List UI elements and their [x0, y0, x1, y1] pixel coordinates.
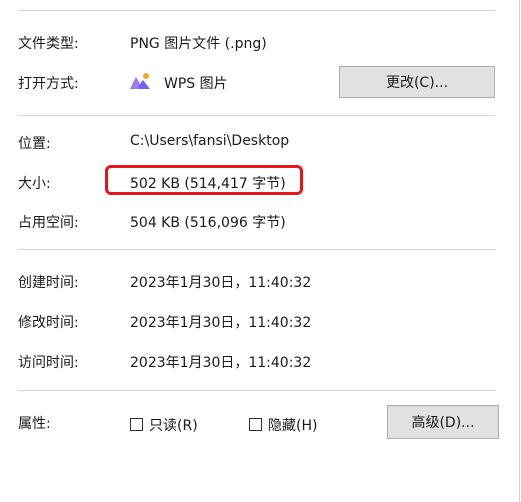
top-divider	[18, 10, 495, 11]
location-value[interactable]: C:\Users\fansi\Desktop	[130, 133, 289, 149]
change-button[interactable]: 更改(C)...	[339, 66, 495, 98]
change-button-label: 更改(C)...	[385, 75, 449, 91]
created-value: 2023年1月30日，11:40:32	[130, 275, 312, 291]
divider-3	[18, 390, 495, 391]
modified-label: 修改时间:	[18, 315, 79, 331]
accessed-label: 访问时间:	[18, 355, 79, 371]
modified-value: 2023年1月30日，11:40:32	[130, 315, 312, 331]
open-with-label: 打开方式:	[18, 76, 79, 92]
window-right-edge	[519, 0, 520, 502]
attributes-label: 属性:	[18, 416, 51, 432]
size-on-disk-label: 占用空间:	[18, 215, 79, 231]
file-type-value: PNG 图片文件 (.png)	[130, 36, 267, 52]
accessed-value: 2023年1月30日，11:40:32	[130, 355, 312, 371]
hidden-checkbox[interactable]	[249, 418, 262, 431]
advanced-button[interactable]: 高级(D)...	[387, 405, 499, 439]
wps-picture-icon	[130, 73, 150, 89]
file-type-label: 文件类型:	[18, 36, 79, 52]
hidden-checkbox-label[interactable]: 隐藏(H)	[268, 415, 317, 435]
divider-1	[18, 115, 495, 116]
advanced-button-label: 高级(D)...	[411, 415, 475, 431]
divider-2	[18, 249, 495, 250]
size-on-disk-value: 504 KB (516,096 字节)	[130, 215, 286, 231]
open-with-app-name: WPS 图片	[164, 76, 228, 92]
size-label: 大小:	[18, 176, 51, 192]
readonly-checkbox-label[interactable]: 只读(R)	[149, 415, 198, 435]
readonly-checkbox[interactable]	[130, 418, 143, 431]
location-label: 位置:	[18, 136, 51, 152]
created-label: 创建时间:	[18, 275, 79, 291]
size-highlight-box	[105, 165, 303, 195]
